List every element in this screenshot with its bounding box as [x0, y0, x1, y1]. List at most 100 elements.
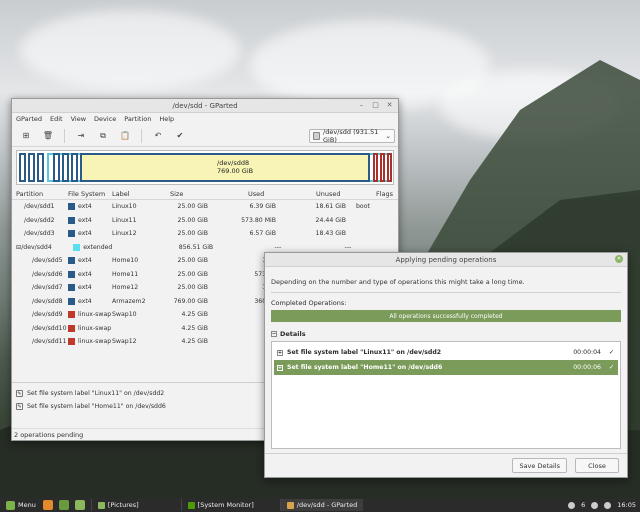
tray-count: 6: [581, 501, 586, 509]
disk-map-segment-sdd10[interactable]: [380, 153, 385, 182]
terminal-icon[interactable]: [58, 500, 69, 510]
column-unused[interactable]: Unused: [276, 190, 346, 198]
collapse-icon: −: [271, 331, 277, 337]
file-system-cell: ext4: [68, 284, 112, 292]
close-button[interactable]: Close: [575, 458, 619, 473]
task-pictures[interactable]: [Pictures]: [90, 499, 145, 511]
files-icon[interactable]: [74, 500, 85, 510]
disk-map-segment-sdd9[interactable]: [373, 153, 378, 182]
file-system-cell: ext4: [68, 216, 112, 224]
file-system-color-swatch: [68, 324, 75, 332]
undo-icon[interactable]: ↶: [150, 128, 166, 144]
column-used[interactable]: Used: [208, 190, 276, 198]
column-file-system[interactable]: File System: [68, 190, 112, 198]
save-details-button[interactable]: Save Details: [512, 458, 567, 473]
disk-map-segment-sdd2[interactable]: [28, 153, 35, 182]
detail-text: Set file system label "Linux11" on /dev/…: [287, 349, 442, 356]
clock[interactable]: 16:05: [617, 501, 636, 509]
task-system-monitor[interactable]: [System Monitor]: [180, 499, 260, 511]
gparted-icon: [286, 501, 294, 509]
details-label: Details: [280, 330, 306, 338]
dialog-title: Applying pending operations: [395, 255, 497, 264]
menu-view[interactable]: View: [71, 115, 86, 123]
file-system-color-swatch: [73, 243, 81, 251]
partition-table-header: Partition File System Label Size Used Un…: [12, 188, 398, 200]
disk-map-segment-sdd6[interactable]: [62, 153, 69, 182]
column-flags[interactable]: Flags: [346, 190, 393, 198]
pending-operation-text: Set file system label "Home11" on /dev/s…: [27, 403, 166, 410]
disk-map: /dev/sdd8 769.00 GiB: [16, 150, 394, 185]
dialog-divider: [271, 292, 621, 293]
size-cell: 856.51 GiB: [178, 243, 214, 251]
menu-button-label: Menu: [18, 501, 36, 509]
mint-logo-icon: [6, 500, 15, 510]
disk-map-segment-sdd3[interactable]: [37, 153, 44, 182]
overall-progress-bar: All operations successfully completed: [271, 310, 621, 322]
detail-time: 00:00:04: [573, 349, 601, 356]
task-gparted[interactable]: /dev/sdd - GParted: [279, 499, 364, 511]
size-cell: 25.00 GiB: [177, 257, 208, 265]
detail-row[interactable]: + Set file system label "Linux11" on /de…: [274, 345, 618, 360]
column-size[interactable]: Size: [158, 190, 208, 198]
shield-icon[interactable]: [568, 501, 576, 509]
network-icon[interactable]: [591, 501, 599, 509]
menu-button[interactable]: Menu: [2, 500, 40, 510]
partition-row[interactable]: /dev/sdd1 ext4 Linux10 25.00 GiB 6.39 GiB 18.…: [12, 200, 398, 214]
dialog-titlebar[interactable]: Applying pending operations ✕: [265, 253, 627, 267]
label-cell: Home10: [112, 257, 139, 265]
used-cell: 6.39 GiB: [249, 203, 276, 211]
file-system-text: ext4: [78, 297, 92, 305]
menu-help[interactable]: Help: [159, 115, 174, 123]
volume-icon[interactable]: [604, 501, 612, 509]
paste-icon[interactable]: 📋: [117, 128, 133, 144]
partition-row[interactable]: /dev/sdd2 ext4 Linux11 25.00 GiB 573.80 MiB 2…: [12, 214, 398, 228]
apply-icon[interactable]: ✔: [172, 128, 188, 144]
partition-row[interactable]: /dev/sdd3 ext4 Linux12 25.00 GiB 6.57 GiB 18.…: [12, 227, 398, 241]
file-system-color-swatch: [68, 230, 75, 238]
menu-partition[interactable]: Partition: [124, 115, 151, 123]
copy-icon[interactable]: ⧉: [95, 128, 111, 144]
new-partition-icon[interactable]: ⊞: [18, 128, 34, 144]
column-label[interactable]: Label: [112, 190, 158, 198]
label-cell: Linux11: [112, 216, 137, 224]
size-cell: 25.00 GiB: [177, 270, 208, 278]
used-cell: 6.57 GiB: [249, 230, 276, 238]
partition-name: /dev/sdd2: [24, 216, 55, 224]
toolbar-separator: [141, 128, 142, 143]
firefox-icon[interactable]: [42, 500, 53, 510]
close-icon[interactable]: ✕: [615, 255, 623, 263]
maximize-icon[interactable]: □: [371, 101, 380, 110]
details-expander[interactable]: − Details: [271, 328, 621, 340]
device-selector[interactable]: /dev/sdd (931.51 GiB) ⌄: [309, 128, 395, 144]
detail-time: 00:00:06: [573, 364, 601, 371]
folder-icon: [97, 501, 105, 509]
menu-gparted[interactable]: GParted: [16, 115, 42, 123]
label-cell: Home11: [112, 270, 139, 278]
detail-text: Set file system label "Home11" on /dev/s…: [287, 364, 443, 371]
menu-edit[interactable]: Edit: [50, 115, 63, 123]
file-system-cell: ext4: [68, 203, 112, 211]
disk-map-segment-sdd5[interactable]: [53, 153, 60, 182]
column-partition[interactable]: Partition: [16, 190, 68, 198]
gparted-window-title: /dev/sdd - GParted: [172, 101, 238, 110]
disk-map-segment-sdd7[interactable]: [71, 153, 78, 182]
monitor-icon: [187, 501, 195, 509]
size-cell: 4.25 GiB: [181, 311, 208, 319]
disk-map-segment-sdd1[interactable]: [19, 153, 26, 182]
file-system-color-swatch: [68, 216, 75, 224]
gparted-titlebar[interactable]: /dev/sdd - GParted – □ ✕: [12, 99, 398, 113]
close-icon[interactable]: ✕: [385, 101, 394, 110]
file-system-cell: linux-swap: [68, 324, 112, 332]
disk-map-segment-sdd11[interactable]: [387, 153, 392, 182]
unused-cell: ---: [344, 243, 352, 251]
size-cell: 25.00 GiB: [177, 216, 208, 224]
resize-move-icon[interactable]: ⇥: [73, 128, 89, 144]
menu-device[interactable]: Device: [94, 115, 116, 123]
expand-icon[interactable]: +: [277, 364, 283, 371]
partition-name: /dev/sdd4: [21, 243, 52, 251]
expand-icon[interactable]: +: [277, 349, 283, 356]
toolbar-separator: [64, 128, 65, 143]
detail-row-selected[interactable]: + Set file system label "Home11" on /dev…: [274, 360, 618, 375]
minimize-icon[interactable]: –: [357, 101, 366, 110]
delete-icon[interactable]: 🗑: [40, 128, 56, 144]
